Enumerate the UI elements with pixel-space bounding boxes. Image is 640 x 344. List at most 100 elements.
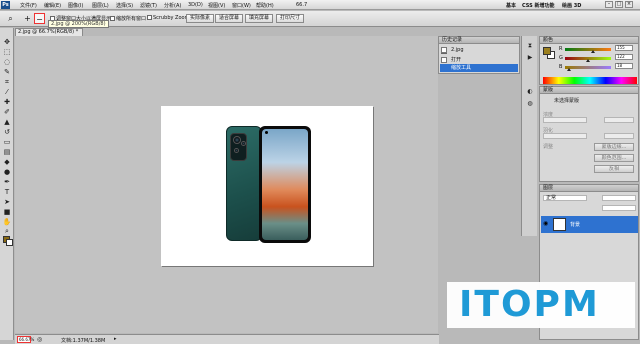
print-size-button[interactable]: 打印尺寸: [276, 14, 305, 23]
pen-tool-icon[interactable]: ✒: [2, 178, 12, 187]
density-slider[interactable]: [543, 117, 587, 123]
feather-slider[interactable]: [543, 133, 587, 139]
workspace-css[interactable]: CSS 新增功能: [522, 2, 554, 9]
masks-panel: 蒙版 未选择蒙版 浓度 羽化 调整 蒙版边缘... 颜色范围... 反相: [539, 86, 639, 182]
adjustments-panel-icon[interactable]: ◐: [526, 88, 534, 96]
history-item-zoom[interactable]: 缩放工具: [440, 64, 518, 72]
menu-3d[interactable]: 3D(D): [188, 2, 203, 8]
history-open-checkbox[interactable]: [441, 57, 447, 63]
collapsed-panel-strip: ⧗ ▶ ◐ ◍: [521, 36, 537, 236]
scrubby-zoom-checkbox[interactable]: Scrubby Zoom: [147, 15, 189, 21]
status-bar: 66.67% ◎ 文档:1.37M/1.38M ▸: [15, 334, 439, 344]
blue-value[interactable]: 18: [615, 63, 633, 69]
fill-input[interactable]: [602, 205, 636, 211]
scrubby-zoom-label: Scrubby Zoom: [153, 15, 190, 21]
color-fg-chip[interactable]: [543, 47, 551, 55]
menu-file[interactable]: 文件(F): [20, 2, 37, 9]
red-track[interactable]: [565, 48, 611, 51]
color-range-button[interactable]: 颜色范围...: [594, 154, 634, 162]
eye-icon[interactable]: ◉: [543, 221, 549, 227]
workspace-basic[interactable]: 基本: [506, 2, 516, 9]
menu-analysis[interactable]: 分析(A): [164, 2, 181, 9]
gradient-tool-icon[interactable]: ▤: [2, 148, 12, 157]
zoom-all-checkbox[interactable]: 缩放所有窗口: [110, 15, 146, 22]
blue-slider[interactable]: B 18: [559, 63, 637, 71]
menu-image[interactable]: 图像(I): [68, 2, 83, 9]
history-brush-icon[interactable]: ↺: [2, 128, 12, 137]
blue-knob[interactable]: [567, 68, 571, 71]
shape-tool-icon[interactable]: ■: [2, 208, 12, 217]
density-input[interactable]: [604, 117, 634, 123]
actions-panel-icon[interactable]: ▶: [526, 54, 534, 62]
zoom-tool-icon[interactable]: ⌕: [5, 13, 16, 24]
blur-tool-icon[interactable]: ◆: [2, 158, 12, 167]
red-knob[interactable]: [591, 50, 595, 53]
menu-view[interactable]: 视图(V): [208, 2, 225, 9]
feather-input[interactable]: [604, 133, 634, 139]
menu-window[interactable]: 窗口(W): [232, 2, 251, 9]
history-snapshot-row[interactable]: 2.jpg: [440, 46, 518, 54]
status-zoom-input[interactable]: 66.67%: [17, 336, 34, 343]
masks-panel-icon[interactable]: ◍: [526, 100, 534, 108]
layer-row-background[interactable]: ◉ 背景: [541, 216, 638, 233]
marquee-tool-icon[interactable]: ⬚: [2, 48, 12, 57]
phone-screen: [262, 129, 308, 240]
green-slider[interactable]: G 122: [559, 54, 637, 62]
mask-edge-button[interactable]: 蒙版边缘...: [594, 143, 634, 151]
close-icon[interactable]: ×: [625, 1, 633, 8]
crop-tool-icon[interactable]: ⌗: [2, 78, 12, 87]
fit-screen-button[interactable]: 适合屏幕: [215, 14, 244, 23]
blend-mode-select[interactable]: 正常: [543, 195, 587, 201]
move-tool-icon[interactable]: ✥: [2, 38, 12, 47]
minimize-icon[interactable]: –: [605, 1, 613, 8]
eraser-tool-icon[interactable]: ▭: [2, 138, 12, 147]
tertiary-lens: [234, 148, 239, 153]
zoom-tool-box-icon[interactable]: ⌕: [2, 227, 12, 236]
invert-button[interactable]: 反相: [594, 165, 634, 173]
maximize-icon[interactable]: □: [615, 1, 623, 8]
blue-track[interactable]: [565, 66, 611, 69]
menu-select[interactable]: 选择(S): [116, 2, 133, 9]
green-label: G: [559, 55, 563, 61]
menu-edit[interactable]: 编辑(E): [44, 2, 61, 9]
front-camera: [265, 131, 268, 134]
fill-screen-button[interactable]: 填充屏幕: [245, 14, 274, 23]
eyedropper-icon[interactable]: ⁄: [2, 88, 12, 97]
blue-label: B: [559, 64, 563, 70]
zoom-out-icon[interactable]: −: [34, 13, 45, 24]
brush-tool-icon[interactable]: ✐: [2, 108, 12, 117]
zoom-in-icon[interactable]: +: [22, 13, 33, 24]
layer-thumbnail: [553, 218, 566, 231]
hand-tool-icon[interactable]: ✋: [2, 218, 12, 227]
menu-bar: Ps 文件(F) 编辑(E) 图像(I) 图层(L) 选择(S) 滤镜(T) 分…: [0, 0, 640, 10]
type-tool-icon[interactable]: T: [2, 188, 12, 197]
app-logo: Ps: [1, 1, 10, 9]
menu-filter[interactable]: 滤镜(T): [140, 2, 157, 9]
actual-pixels-button[interactable]: 实际像素: [186, 14, 215, 23]
opacity-input[interactable]: [602, 195, 636, 201]
snapshot-source-checkbox[interactable]: [441, 47, 447, 53]
red-value[interactable]: 155: [615, 45, 633, 51]
secondary-lens: [241, 141, 246, 146]
status-info-icon[interactable]: ◎: [37, 336, 42, 343]
background-color-swatch[interactable]: [6, 239, 13, 246]
masks-panel-title: 蒙版: [540, 87, 638, 94]
workspace-paint3d[interactable]: 绘画 3D: [562, 2, 581, 9]
path-select-icon[interactable]: ➤: [2, 198, 12, 207]
status-menu-arrow-icon[interactable]: ▸: [114, 336, 117, 342]
quick-select-icon[interactable]: ✎: [2, 68, 12, 77]
healing-brush-icon[interactable]: ✚: [2, 98, 12, 107]
green-value[interactable]: 122: [615, 54, 633, 60]
history-item-open[interactable]: 打开: [440, 56, 518, 64]
menu-help[interactable]: 帮助(H): [256, 2, 274, 9]
dodge-tool-icon[interactable]: ●: [2, 168, 12, 177]
document-tab[interactable]: 2.jpg @ 66.7%(RGB/8) *: [15, 28, 83, 36]
color-spectrum[interactable]: [543, 77, 637, 84]
red-slider[interactable]: R 155: [559, 45, 637, 53]
history-panel-icon[interactable]: ⧗: [526, 42, 534, 50]
lasso-tool-icon[interactable]: ◌: [2, 58, 12, 67]
menu-layer[interactable]: 图层(L): [92, 2, 109, 9]
clone-stamp-icon[interactable]: ▲: [2, 118, 12, 127]
green-knob[interactable]: [586, 59, 590, 62]
zoom-level-display[interactable]: 66.7: [296, 2, 307, 8]
